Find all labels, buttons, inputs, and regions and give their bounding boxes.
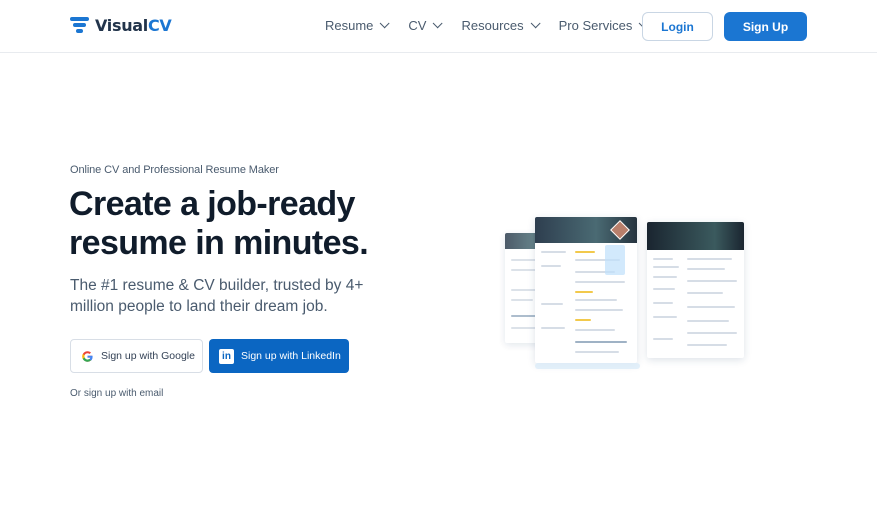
nav-item-label: CV xyxy=(408,18,427,33)
resume-preview-page xyxy=(535,217,637,363)
logo-text: VisualCV xyxy=(95,15,172,35)
linkedin-signup-label: Sign up with LinkedIn xyxy=(241,350,341,362)
email-signup-link[interactable]: Or sign up with email xyxy=(70,388,163,399)
hero-subhead: The #1 resume & CV builder, trusted by 4… xyxy=(70,277,364,315)
nav-item-pro-services[interactable]: Pro Services xyxy=(558,18,649,33)
google-icon xyxy=(82,350,93,362)
linkedin-signup-button[interactable]: in Sign up with LinkedIn xyxy=(209,339,349,373)
nav-item-label: Pro Services xyxy=(558,18,633,33)
nav-item-label: Resources xyxy=(461,18,524,33)
hero-eyebrow: Online CV and Professional Resume Maker xyxy=(70,164,279,176)
signup-button[interactable]: Sign Up xyxy=(724,12,807,41)
resume-preview-illustration xyxy=(505,215,750,370)
resume-preview-page xyxy=(647,222,744,358)
nav-item-cv[interactable]: CV xyxy=(408,18,444,33)
chevron-down-icon xyxy=(530,18,541,29)
decorative-shadow xyxy=(535,363,640,369)
linkedin-icon: in xyxy=(219,348,234,364)
nav-item-resources[interactable]: Resources xyxy=(461,18,541,33)
chevron-down-icon xyxy=(433,18,444,29)
main-nav: Resume CV Resources Pro Services xyxy=(325,18,667,33)
google-signup-label: Sign up with Google xyxy=(101,350,195,362)
nav-item-label: Resume xyxy=(325,18,374,33)
login-button[interactable]: Login xyxy=(642,12,713,41)
chevron-down-icon xyxy=(380,18,390,29)
nav-item-resume[interactable]: Resume xyxy=(325,18,390,33)
google-signup-button[interactable]: Sign up with Google xyxy=(70,339,203,373)
decorative-highlight xyxy=(605,245,625,275)
logo-icon xyxy=(70,15,90,35)
visualcv-logo[interactable]: VisualCV xyxy=(70,15,172,35)
hero-headline: Create a job-ready resume in minutes. xyxy=(69,185,369,262)
site-header: VisualCV Resume CV Resources Pro Service… xyxy=(0,0,877,53)
